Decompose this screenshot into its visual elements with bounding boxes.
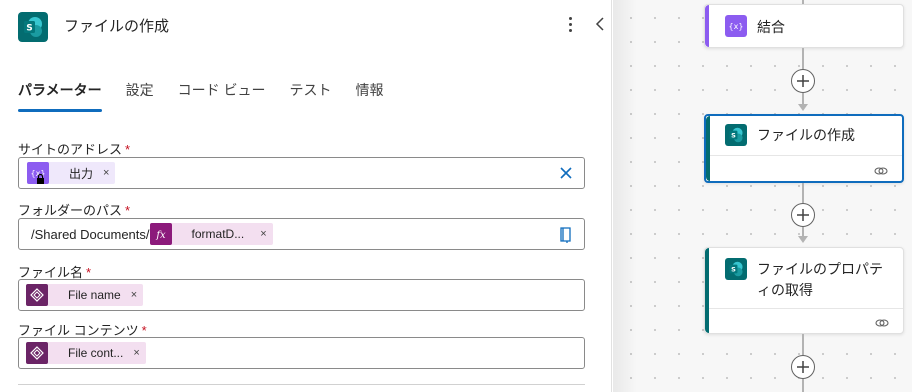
arrow-down-icon: [798, 104, 808, 111]
connector-line: [802, 48, 804, 69]
svg-text:fx: fx: [155, 230, 166, 241]
remove-token-button[interactable]: ×: [99, 167, 115, 179]
compose-variable-icon: {x}: [725, 15, 747, 37]
site-address-token-label: 出力: [69, 166, 94, 181]
tab-code-view[interactable]: コード ビュー: [178, 80, 266, 112]
add-step-button[interactable]: [791, 203, 815, 227]
svg-text:S: S: [731, 132, 736, 140]
file-content-token[interactable]: File cont... ×: [26, 342, 146, 364]
add-step-button[interactable]: [791, 69, 815, 93]
file-name-token[interactable]: File name ×: [26, 284, 144, 306]
variable-icon: {x}: [27, 162, 49, 184]
collapse-panel-icon[interactable]: [592, 14, 608, 34]
trigger-icon: [26, 342, 48, 364]
card-divider: [709, 308, 903, 309]
file-content-field[interactable]: File cont... ×: [18, 337, 585, 369]
card-title: 結合: [757, 19, 785, 35]
site-address-label-text: サイトのアドレス: [18, 142, 123, 157]
card-divider: [710, 155, 902, 156]
trigger-icon: [26, 284, 48, 306]
sharepoint-icon: S: [725, 258, 747, 280]
divider: [18, 384, 585, 385]
action-details-panel: S ファイルの作成 パラメーター 設定 コード ビュー テスト 情報 サイトのア…: [0, 0, 612, 392]
flow-card-create-file[interactable]: S ファイルの作成: [704, 114, 904, 183]
folder-path-label: フォルダーのパス *: [18, 200, 130, 219]
site-address-label: サイトのアドレス *: [18, 139, 130, 158]
site-address-field[interactable]: {x} 出力 ×: [18, 157, 585, 189]
remove-token-button[interactable]: ×: [129, 347, 145, 359]
tab-info[interactable]: 情報: [355, 80, 383, 112]
sharepoint-icon: S: [18, 12, 48, 42]
folder-browse-icon[interactable]: [558, 226, 574, 244]
arrow-down-icon: [798, 236, 808, 243]
svg-text:{x}: {x}: [729, 22, 743, 31]
plus-icon: [797, 361, 809, 373]
card-title-line-2: ィの取得: [757, 282, 813, 298]
svg-text:S: S: [731, 266, 736, 274]
flow-card-get-file-properties[interactable]: S ファイルのプロパテ ィの取得: [704, 247, 904, 334]
card-accent: [706, 116, 710, 181]
plus-icon: [797, 209, 809, 221]
plus-icon: [797, 75, 809, 87]
folder-path-token-label: formatD...: [191, 227, 245, 241]
required-mark: *: [141, 323, 147, 338]
card-title: ファイルの作成: [757, 127, 855, 143]
link-icon: [874, 167, 888, 175]
svg-text:S: S: [26, 24, 32, 34]
sharepoint-icon: S: [725, 124, 747, 146]
panel-tabs: パラメーター 設定 コード ビュー テスト 情報: [18, 80, 383, 114]
file-name-label-text: ファイル名: [18, 265, 84, 280]
tab-test[interactable]: テスト: [289, 80, 331, 112]
file-content-token-label: File cont...: [68, 346, 124, 360]
folder-path-field[interactable]: /Shared Documents/ fx formatD... ×: [18, 218, 585, 250]
card-title-line-1: ファイルのプロパテ: [757, 261, 883, 277]
remove-token-button[interactable]: ×: [250, 228, 272, 240]
flow-card-compose[interactable]: {x} 結合: [704, 4, 904, 48]
required-mark: *: [86, 265, 92, 280]
connector-line: [802, 379, 804, 392]
folder-path-prefix: /Shared Documents/: [31, 226, 150, 242]
connector-line: [802, 334, 804, 355]
lock-icon: [37, 174, 44, 184]
tab-parameters[interactable]: パラメーター: [18, 80, 102, 112]
add-step-button[interactable]: [791, 355, 815, 379]
panel-header: S ファイルの作成: [0, 0, 612, 48]
folder-path-label-text: フォルダーのパス: [18, 203, 123, 218]
clear-icon[interactable]: [558, 165, 574, 181]
card-accent: [705, 248, 709, 333]
remove-token-button[interactable]: ×: [127, 289, 143, 301]
tab-settings[interactable]: 設定: [126, 80, 154, 112]
more-options-icon[interactable]: [562, 14, 578, 34]
required-mark: *: [125, 142, 131, 157]
file-name-token-label: File name: [68, 288, 121, 302]
canvas-shadow: [613, 0, 637, 392]
file-content-label-text: ファイル コンテンツ: [18, 323, 139, 338]
panel-title: ファイルの作成: [64, 18, 170, 35]
folder-path-token[interactable]: fx formatD... ×: [149, 223, 273, 245]
card-accent: [705, 5, 709, 47]
expression-icon: fx: [149, 223, 172, 245]
link-icon: [875, 319, 889, 327]
required-mark: *: [125, 203, 131, 218]
site-address-token[interactable]: {x} 出力 ×: [27, 162, 116, 184]
connector-line: [802, 183, 804, 203]
file-name-field[interactable]: File name ×: [18, 279, 585, 311]
